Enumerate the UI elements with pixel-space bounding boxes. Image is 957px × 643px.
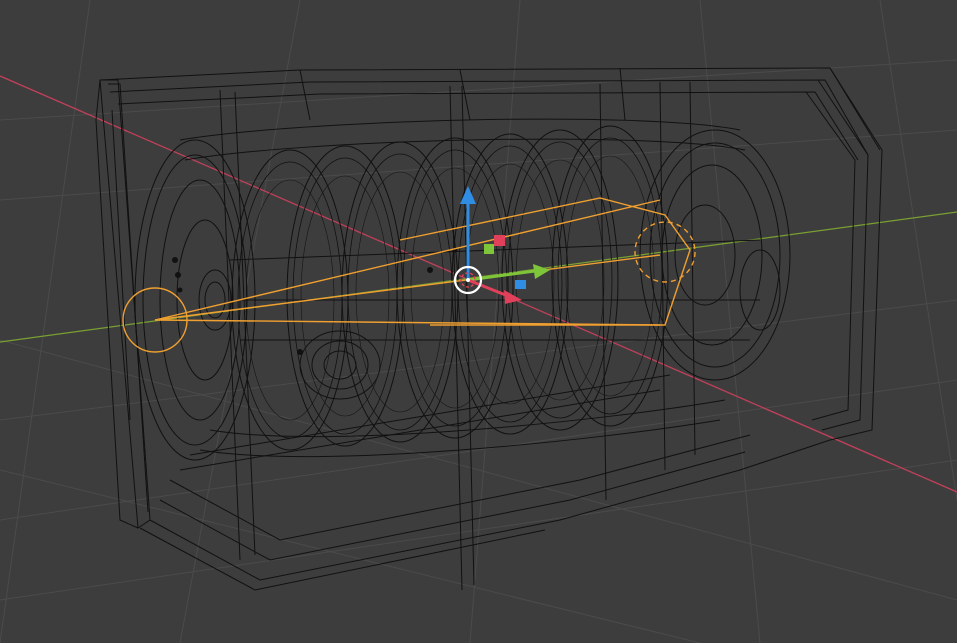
- gizmo-z-arrow-icon[interactable]: [460, 186, 476, 204]
- gizmo-plane-xy[interactable]: [515, 280, 526, 289]
- 3d-viewport[interactable]: [0, 0, 957, 643]
- wireframe-model[interactable]: [95, 67, 883, 591]
- gizmo-y-arrow-icon[interactable]: [533, 264, 550, 279]
- gizmo-plane-yz[interactable]: [484, 244, 494, 254]
- gizmo-center-dot: [466, 278, 470, 282]
- viewport-canvas[interactable]: [0, 0, 957, 643]
- gizmo-plane-xz[interactable]: [494, 235, 505, 246]
- light-source-icon[interactable]: [122, 197, 691, 353]
